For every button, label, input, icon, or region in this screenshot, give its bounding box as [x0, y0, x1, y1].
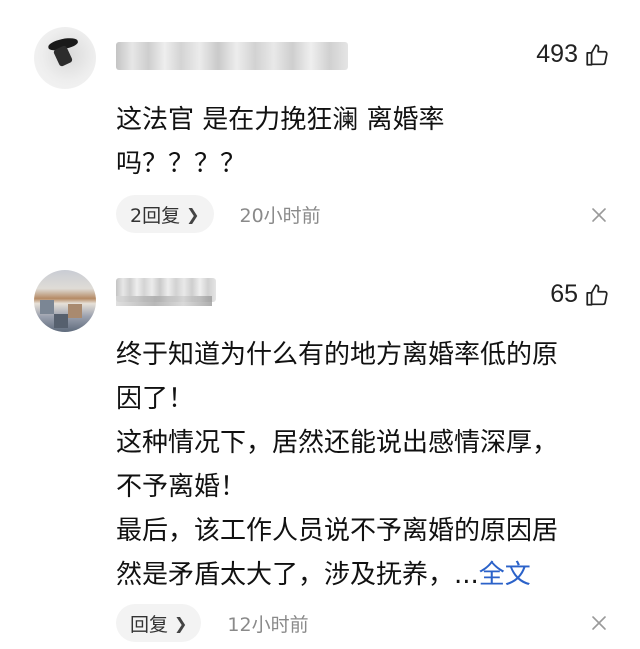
comment-line: 终于知道为什么有的地方离婚率低的原	[116, 340, 559, 370]
comment-line-text: 然是矛盾太大了，涉及抚养，...	[116, 560, 479, 590]
full-text-link[interactable]: 全文	[479, 560, 531, 590]
comment-text: 终于知道为什么有的地方离婚率低的原 因了！ 这种情况下，居然还能说出感情深厚， …	[116, 333, 616, 597]
comment-meta: 2回复 ❯ 20小时前	[116, 195, 321, 233]
thumbs-up-icon	[586, 43, 608, 66]
chevron-right-icon: ❯	[186, 204, 200, 224]
avatar-pixel	[54, 314, 68, 328]
avatar-pixel	[68, 304, 82, 318]
reply-label: 回复	[130, 613, 169, 636]
comment-line: 吗？？？？	[116, 149, 247, 179]
reply-button[interactable]: 回复 ❯	[116, 604, 202, 642]
reply-button[interactable]: 2回复 ❯	[116, 195, 214, 233]
like-button[interactable]: 493	[536, 40, 610, 69]
close-icon[interactable]	[588, 612, 610, 634]
comment-line-last: 然是矛盾太大了，涉及抚养，...全文	[116, 553, 616, 597]
avatar[interactable]	[34, 270, 96, 332]
username-blurred[interactable]	[116, 42, 348, 70]
username-blurred	[116, 296, 212, 306]
comment-meta: 回复 ❯ 12小时前	[116, 604, 309, 642]
like-count: 493	[536, 40, 578, 68]
avatar-pixel	[40, 300, 54, 314]
like-button[interactable]: 65	[550, 280, 610, 309]
avatar[interactable]	[34, 27, 96, 89]
like-count: 65	[550, 280, 578, 308]
timestamp: 12小时前	[227, 613, 309, 636]
comment-line: 因了！	[116, 384, 195, 414]
thumbs-up-icon	[586, 283, 608, 306]
chevron-right-icon: ❯	[174, 613, 188, 633]
avatar-mark	[52, 44, 74, 68]
reply-label: 2回复	[130, 204, 181, 227]
comment-line: 最后，该工作人员说不予离婚的原因居	[116, 516, 559, 546]
comment-line: 这法官 是在力挽狂澜 离婚率	[116, 105, 445, 135]
close-icon[interactable]	[588, 204, 610, 226]
timestamp: 20小时前	[239, 204, 321, 227]
comment-text: 这法官 是在力挽狂澜 离婚率 吗？？？？	[116, 98, 616, 186]
comment-line: 这种情况下，居然还能说出感情深厚，	[116, 428, 559, 458]
comment-line: 不予离婚！	[116, 472, 247, 502]
